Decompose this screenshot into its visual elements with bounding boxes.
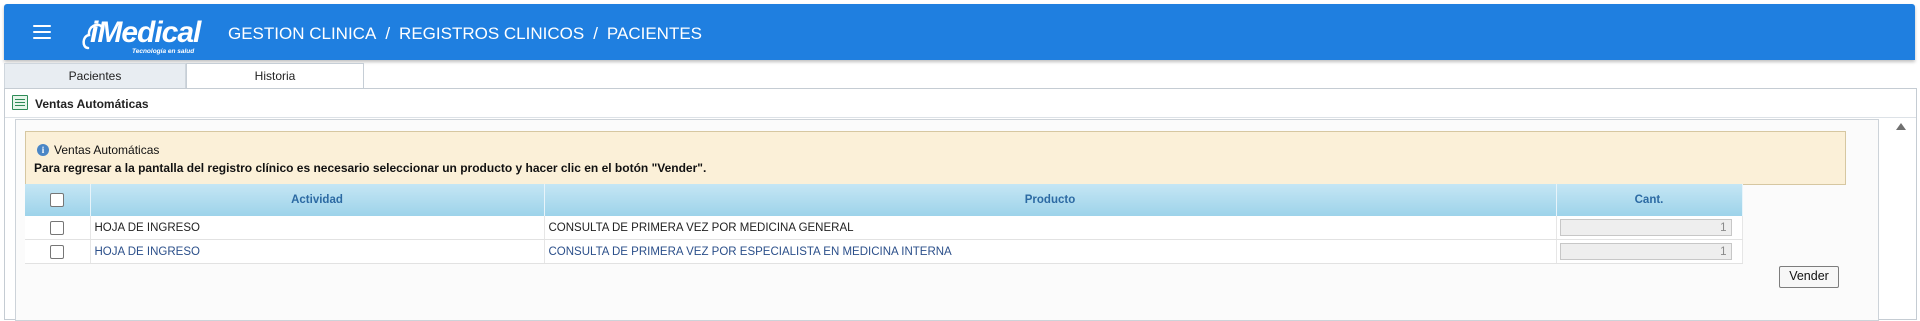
select-all-checkbox[interactable] [50,193,65,207]
breadcrumb-item-pacientes[interactable]: PACIENTES [607,24,702,43]
row-checkbox[interactable] [50,220,65,235]
info-message: Para regresar a la pantalla del registro… [34,161,707,175]
tab-historia[interactable]: Historia [186,63,364,89]
cant-cell: 1 [1556,216,1743,240]
breadcrumb-separator: / [385,24,391,43]
cant-cell: 1 [1556,239,1743,264]
info-title: Ventas Automáticas [54,143,160,157]
logo: iMedical Tecnología en salud [80,10,210,56]
top-bar: iMedical Tecnología en salud GESTION CLI… [4,4,1915,60]
tab-pacientes[interactable]: Pacientes [4,63,186,88]
vender-button[interactable]: Vender [1779,266,1839,288]
panel-title: Ventas Automáticas [35,97,149,111]
content-box: i Ventas Automáticas Para regresar a la … [15,119,1879,321]
hamburger-menu-icon[interactable] [30,22,54,42]
cant-input[interactable]: 1 [1559,219,1732,236]
producto-cell: CONSULTA DE PRIMERA VEZ POR MEDICINA GEN… [544,216,1557,240]
scroll-up-arrow-icon[interactable] [1896,123,1906,130]
table-row[interactable]: HOJA DE INGRESO CONSULTA DE PRIMERA VEZ … [25,239,1743,264]
column-header-producto[interactable]: Producto [544,184,1557,216]
ventas-panel: Ventas Automáticas i Ventas Automáticas … [4,88,1917,321]
info-message-box: i Ventas Automáticas Para regresar a la … [25,131,1846,185]
breadcrumb-item-gestion-clinica[interactable]: GESTION CLINICA [228,24,376,43]
producto-cell: CONSULTA DE PRIMERA VEZ POR ESPECIALISTA… [544,239,1557,264]
list-window-icon [12,95,28,110]
row-checkbox[interactable] [50,244,65,259]
table-header-row: Actividad Producto Cant. [25,184,1743,216]
products-table: Actividad Producto Cant. HOJA DE INGRESO… [25,184,1743,264]
actividad-cell: HOJA DE INGRESO [90,216,545,240]
breadcrumb-item-registros-clinicos[interactable]: REGISTROS CLINICOS [399,24,584,43]
actividad-cell: HOJA DE INGRESO [90,239,545,264]
brand-tagline: Tecnología en salud [132,48,195,55]
breadcrumb-separator: / [593,24,598,43]
select-all-header [25,184,91,216]
column-header-actividad[interactable]: Actividad [90,184,545,216]
row-select-cell [25,239,91,264]
column-header-cant[interactable]: Cant. [1556,184,1743,216]
row-select-cell [25,216,91,240]
cant-input[interactable]: 1 [1559,243,1732,260]
info-icon: i [37,144,49,156]
brand-name: iMedical [90,16,201,49]
panel-header: Ventas Automáticas [5,89,1916,118]
table-row[interactable]: HOJA DE INGRESO CONSULTA DE PRIMERA VEZ … [25,216,1743,240]
breadcrumb: GESTION CLINICA / REGISTROS CLINICOS / PACIE… [228,24,702,44]
